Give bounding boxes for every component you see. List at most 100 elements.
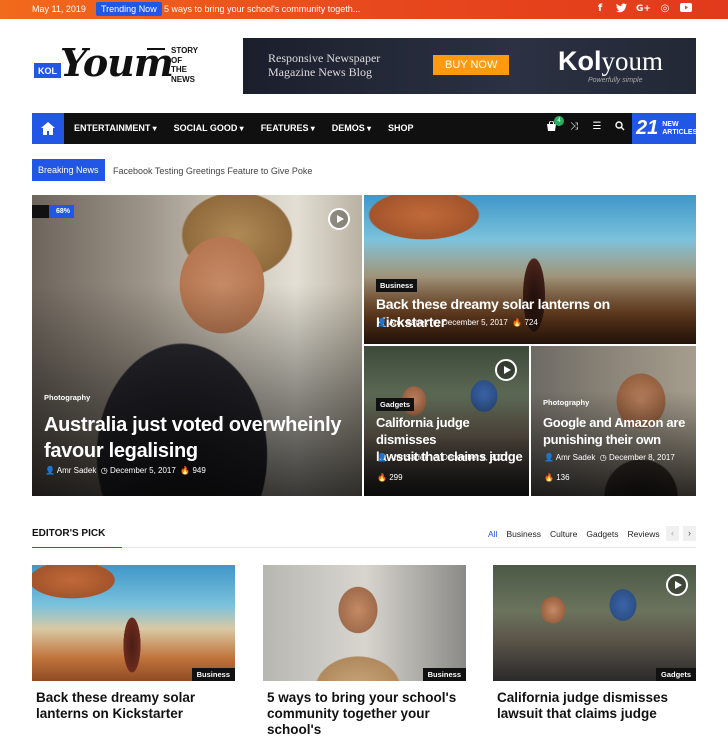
category-label[interactable]: Gadgets bbox=[655, 668, 696, 681]
pick-card-image[interactable]: Gadgets bbox=[493, 565, 696, 681]
nav-item-features[interactable]: FEATURES bbox=[261, 123, 315, 133]
category-label[interactable]: Business bbox=[191, 668, 235, 681]
tab-business[interactable]: Business bbox=[506, 529, 541, 539]
trending-now-label: Trending Now bbox=[96, 2, 162, 16]
logo-tagline: STORY OF THE NEWS bbox=[171, 46, 199, 84]
view-count: 949 bbox=[192, 466, 206, 475]
twitter-icon[interactable] bbox=[615, 3, 627, 15]
post-views: 🔥 299 bbox=[377, 473, 403, 482]
hero-main-title[interactable]: Australia just voted overwheinly favour l… bbox=[44, 412, 341, 464]
prev-arrow-icon[interactable]: ‹ bbox=[666, 526, 679, 541]
main-navigation: ENTERTAINMENT SOCIAL GOOD FEATURES DEMOS… bbox=[32, 113, 698, 144]
hero-bottom-right-title[interactable]: Google and Amazon are punishing their own bbox=[543, 414, 685, 448]
current-date: May 11, 2019 bbox=[32, 4, 86, 14]
post-date: December 6, 2017 bbox=[442, 453, 508, 462]
author-name: Amr Sadek bbox=[555, 453, 596, 462]
category-label[interactable]: Business bbox=[376, 279, 418, 292]
fire-icon: 🔥 bbox=[180, 466, 191, 475]
category-label[interactable]: Photography bbox=[543, 398, 589, 407]
ad-text: Responsive Newspaper Magazine News Blog bbox=[268, 51, 381, 79]
post-views: 🔥 136 bbox=[544, 473, 570, 482]
category-label[interactable]: Photography bbox=[44, 393, 90, 402]
author-name: Amr Sadek bbox=[388, 318, 429, 327]
author-name: Amr Sadek bbox=[388, 453, 429, 462]
ad-brand-logo: Kolyoum bbox=[558, 46, 664, 76]
home-button[interactable] bbox=[32, 113, 64, 144]
pick-card-title[interactable]: Back these dreamy solar lanterns on Kick… bbox=[36, 690, 241, 722]
social-links: f G+ ◎ bbox=[594, 3, 692, 15]
google-plus-icon[interactable]: G+ bbox=[636, 3, 651, 15]
category-label[interactable]: Gadgets bbox=[376, 398, 415, 411]
author-icon: 👤 bbox=[544, 453, 554, 462]
category-label[interactable]: Business bbox=[422, 668, 466, 681]
shuffle-icon[interactable]: ⤨ bbox=[568, 121, 580, 135]
clock-icon: ◷ bbox=[432, 453, 440, 462]
post-meta: 👤 Amr Sadek ◷ December 6, 2017 bbox=[377, 453, 508, 462]
tab-gadgets[interactable]: Gadgets bbox=[586, 529, 618, 539]
ad-brand-tagline: Powerfully simple bbox=[588, 77, 643, 84]
author-name: Amr Sadek bbox=[56, 466, 97, 475]
breaking-news-headline[interactable]: Facebook Testing Greetings Feature to Gi… bbox=[113, 166, 312, 176]
hero-top-right-card[interactable]: Business Back these dreamy solar lantern… bbox=[364, 195, 696, 344]
post-meta: 👤 Amr Sadek ◷ December 5, 2017 🔥 724 bbox=[377, 318, 538, 327]
post-date: December 5, 2017 bbox=[442, 318, 508, 327]
clock-icon: ◷ bbox=[599, 453, 607, 462]
nav-menu: ENTERTAINMENT SOCIAL GOOD FEATURES DEMOS… bbox=[74, 123, 414, 133]
search-icon[interactable] bbox=[614, 121, 626, 135]
fire-icon: 🔥 bbox=[512, 318, 523, 327]
ad-buy-now-button[interactable]: BUY NOW bbox=[433, 55, 510, 75]
youtube-icon[interactable] bbox=[680, 3, 692, 15]
nav-item-demos[interactable]: DEMOS bbox=[332, 123, 371, 133]
home-icon bbox=[41, 122, 55, 135]
site-logo[interactable]: KOL Youm STORY OF THE NEWS bbox=[34, 40, 199, 90]
play-video-icon[interactable] bbox=[328, 208, 350, 230]
dribbble-icon[interactable]: ◎ bbox=[659, 3, 671, 15]
hero-bottom-left-card[interactable]: Gadgets California judge dismisses lawsui… bbox=[364, 346, 529, 496]
play-video-icon[interactable] bbox=[666, 574, 688, 596]
new-articles-count: 21 bbox=[636, 117, 659, 139]
section-filter-tabs: All Business Culture Gadgets Reviews bbox=[488, 529, 660, 539]
trending-ticker-link[interactable]: 5 ways to bring your school's community … bbox=[164, 4, 360, 14]
next-arrow-icon[interactable]: › bbox=[683, 526, 696, 541]
section-heading: EDITOR'S PICK bbox=[32, 528, 106, 539]
nav-item-shop[interactable]: SHOP bbox=[388, 123, 414, 133]
fire-icon: 🔥 bbox=[544, 473, 554, 482]
view-count: 299 bbox=[389, 473, 403, 482]
pick-card-title[interactable]: 5 ways to bring your school's community … bbox=[267, 690, 472, 738]
logo-divider bbox=[147, 48, 165, 50]
menu-icon[interactable]: ☰ bbox=[591, 121, 603, 135]
post-meta: 👤 Amr Sadek ◷ December 5, 2017 🔥 949 bbox=[45, 466, 206, 475]
hero-bottom-right-card[interactable]: Photography Google and Amazon are punishi… bbox=[531, 346, 696, 496]
hero-main-card[interactable]: 68% Photography Australia just voted ove… bbox=[32, 195, 362, 496]
facebook-icon[interactable]: f bbox=[594, 3, 606, 15]
view-count: 136 bbox=[556, 473, 570, 482]
tab-culture[interactable]: Culture bbox=[550, 529, 577, 539]
logo-wordmark: Youm bbox=[60, 40, 174, 85]
section-divider bbox=[32, 547, 696, 548]
pick-card-image[interactable]: Business bbox=[32, 565, 235, 681]
nav-item-entertainment[interactable]: ENTERTAINMENT bbox=[74, 123, 157, 133]
pick-card-image[interactable]: Business bbox=[263, 565, 466, 681]
author-icon: 👤 bbox=[377, 453, 387, 462]
tab-reviews[interactable]: Reviews bbox=[628, 529, 660, 539]
progress-badge: 68% bbox=[32, 205, 75, 218]
clock-icon: ◷ bbox=[100, 466, 108, 475]
clock-icon: ◷ bbox=[432, 318, 440, 327]
fire-icon: 🔥 bbox=[377, 473, 387, 482]
author-icon: 👤 bbox=[377, 318, 387, 327]
view-count: 724 bbox=[524, 318, 538, 327]
new-articles-label: NEW ARTICLES bbox=[662, 120, 698, 136]
new-articles-button[interactable]: 21 NEW ARTICLES bbox=[632, 113, 698, 144]
header-ad-banner[interactable]: Responsive Newspaper Magazine News Blog … bbox=[243, 38, 696, 94]
pick-card-title[interactable]: California judge dismisses lawsuit that … bbox=[497, 690, 702, 722]
nav-item-social-good[interactable]: SOCIAL GOOD bbox=[174, 123, 244, 133]
top-bar: May 11, 2019 Trending Now 5 ways to brin… bbox=[0, 0, 728, 19]
post-meta: 👤 Amr Sadek ◷ December 8, 2017 bbox=[544, 453, 675, 462]
tab-all[interactable]: All bbox=[488, 529, 497, 539]
author-icon: 👤 bbox=[45, 466, 55, 475]
logo-badge: KOL bbox=[34, 63, 61, 78]
breaking-news-label: Breaking News bbox=[32, 159, 105, 181]
play-video-icon[interactable] bbox=[495, 359, 517, 381]
post-date: December 5, 2017 bbox=[110, 466, 176, 475]
post-date: December 8, 2017 bbox=[609, 453, 675, 462]
